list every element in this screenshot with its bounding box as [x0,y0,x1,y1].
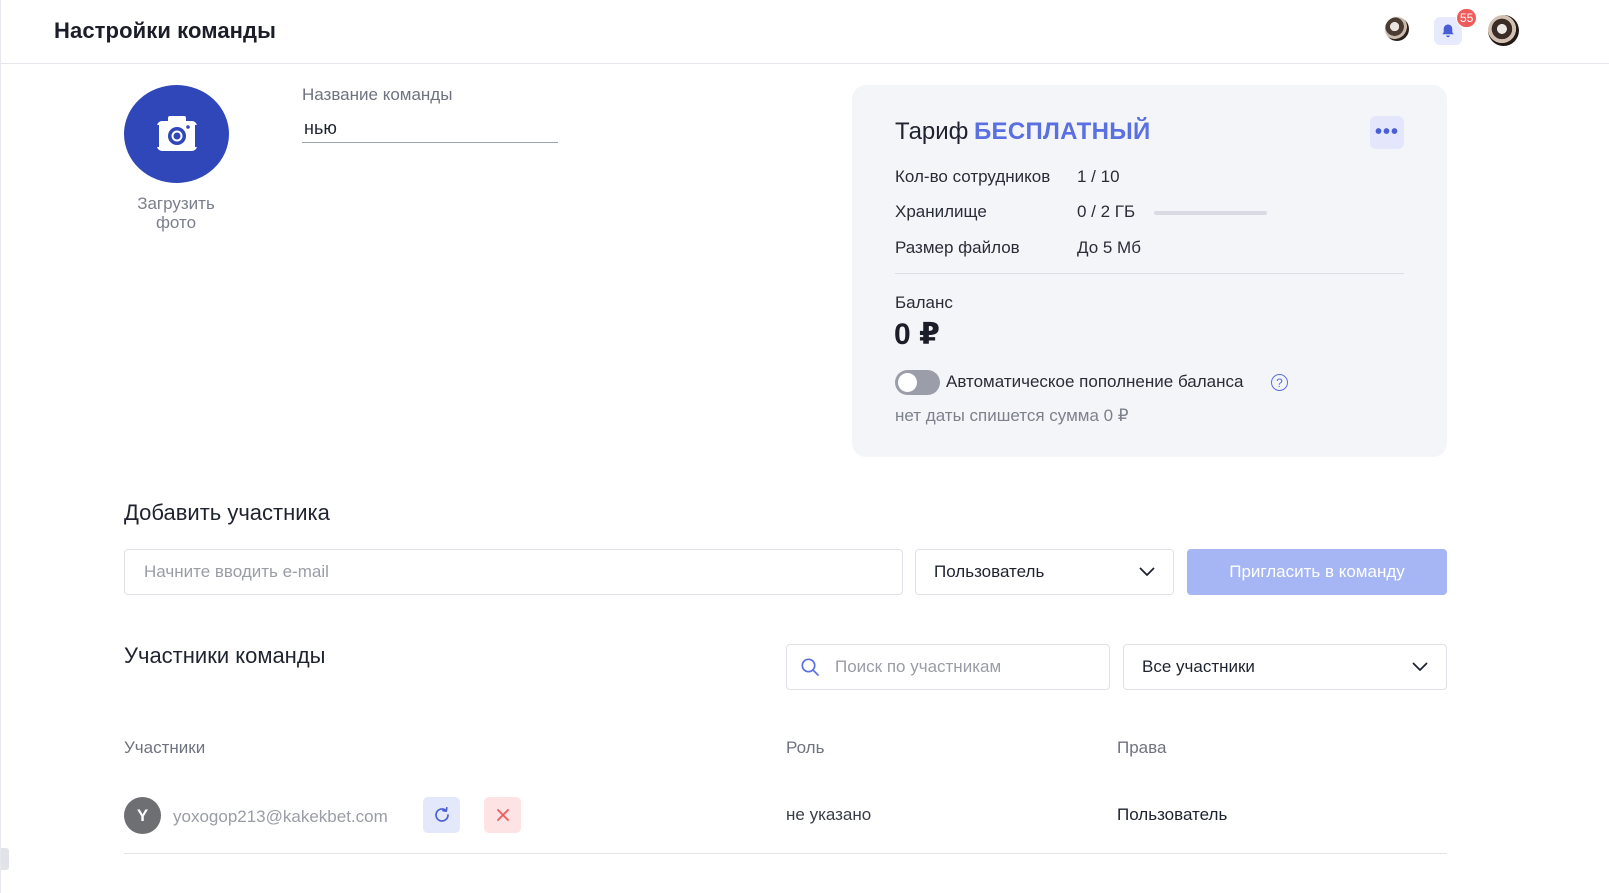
remove-member-button[interactable] [484,797,521,833]
tariff-divider [895,273,1404,274]
file-size-value: До 5 Мб [1077,238,1141,257]
help-icon[interactable]: ? [1271,374,1288,391]
invite-button[interactable]: Пригласить в команду [1187,549,1447,595]
more-icon: ••• [1374,121,1399,143]
chevron-down-icon [1412,662,1428,671]
scrollbar-handle[interactable] [1,848,9,870]
role-select[interactable]: Пользователь [915,549,1174,595]
column-header-rights: Права [1117,738,1167,757]
refresh-icon [434,806,449,822]
auto-topup-label: Автоматическое пополнение баланса [946,372,1244,391]
file-size-label: Размер файлов [895,238,1020,257]
team-name-input[interactable] [302,115,558,143]
auto-topup-note: нет даты спишется сумма 0 ₽ [895,406,1129,425]
team-settings-page: Настройки команды 55 Загрузить фото Назв… [0,0,1609,893]
storage-label: Хранилище [895,202,987,221]
members-filter-select[interactable]: Все участники [1123,644,1447,690]
member-rights: Пользователь [1117,805,1228,824]
members-filter-value: Все участники [1142,657,1255,676]
member-search [786,644,1110,690]
storage-progress-bar [1154,211,1267,215]
team-avatar[interactable] [1385,17,1409,41]
top-header: Настройки команды 55 [1,0,1609,64]
auto-topup-toggle[interactable] [895,370,940,395]
add-member-title: Добавить участника [124,500,330,525]
tariff-more-button[interactable]: ••• [1370,116,1404,149]
avatar: Y [124,797,161,834]
member-search-input[interactable] [786,644,1110,690]
toggle-knob [898,373,917,392]
close-icon [496,809,509,821]
email-input[interactable] [124,549,903,595]
column-header-members: Участники [124,738,206,757]
upload-photo-button[interactable] [124,85,229,183]
member-email: yoxogop213@kakekbet.com [173,807,388,826]
tariff-card: Тариф БЕСПЛАТНЫЙ ••• Кол-во сотрудников … [852,85,1447,457]
camera-icon [154,116,199,151]
resend-invite-button[interactable] [423,797,460,833]
balance-label: Баланс [895,293,953,312]
member-role: не указано [786,805,872,824]
employees-value: 1 / 10 [1077,167,1120,186]
storage-value: 0 / 2 ГБ [1077,202,1136,221]
page-title: Настройки команды [54,18,277,43]
team-name-label: Название команды [302,85,453,104]
column-header-role: Роль [786,738,825,757]
role-select-value: Пользователь [934,562,1045,581]
search-icon [801,658,819,676]
upload-photo-label[interactable]: Загрузить фото [121,194,231,232]
balance-value: 0 ₽ [894,318,940,351]
tariff-title: Тариф [895,118,969,145]
employees-label: Кол-во сотрудников [895,167,1051,186]
row-divider [124,853,1447,854]
user-avatar[interactable] [1488,15,1519,46]
bell-icon [1442,24,1454,38]
members-title: Участники команды [124,643,326,668]
notifications-badge: 55 [1456,8,1478,28]
tariff-plan-name: БЕСПЛАТНЫЙ [974,118,1151,145]
chevron-down-icon [1139,567,1155,576]
